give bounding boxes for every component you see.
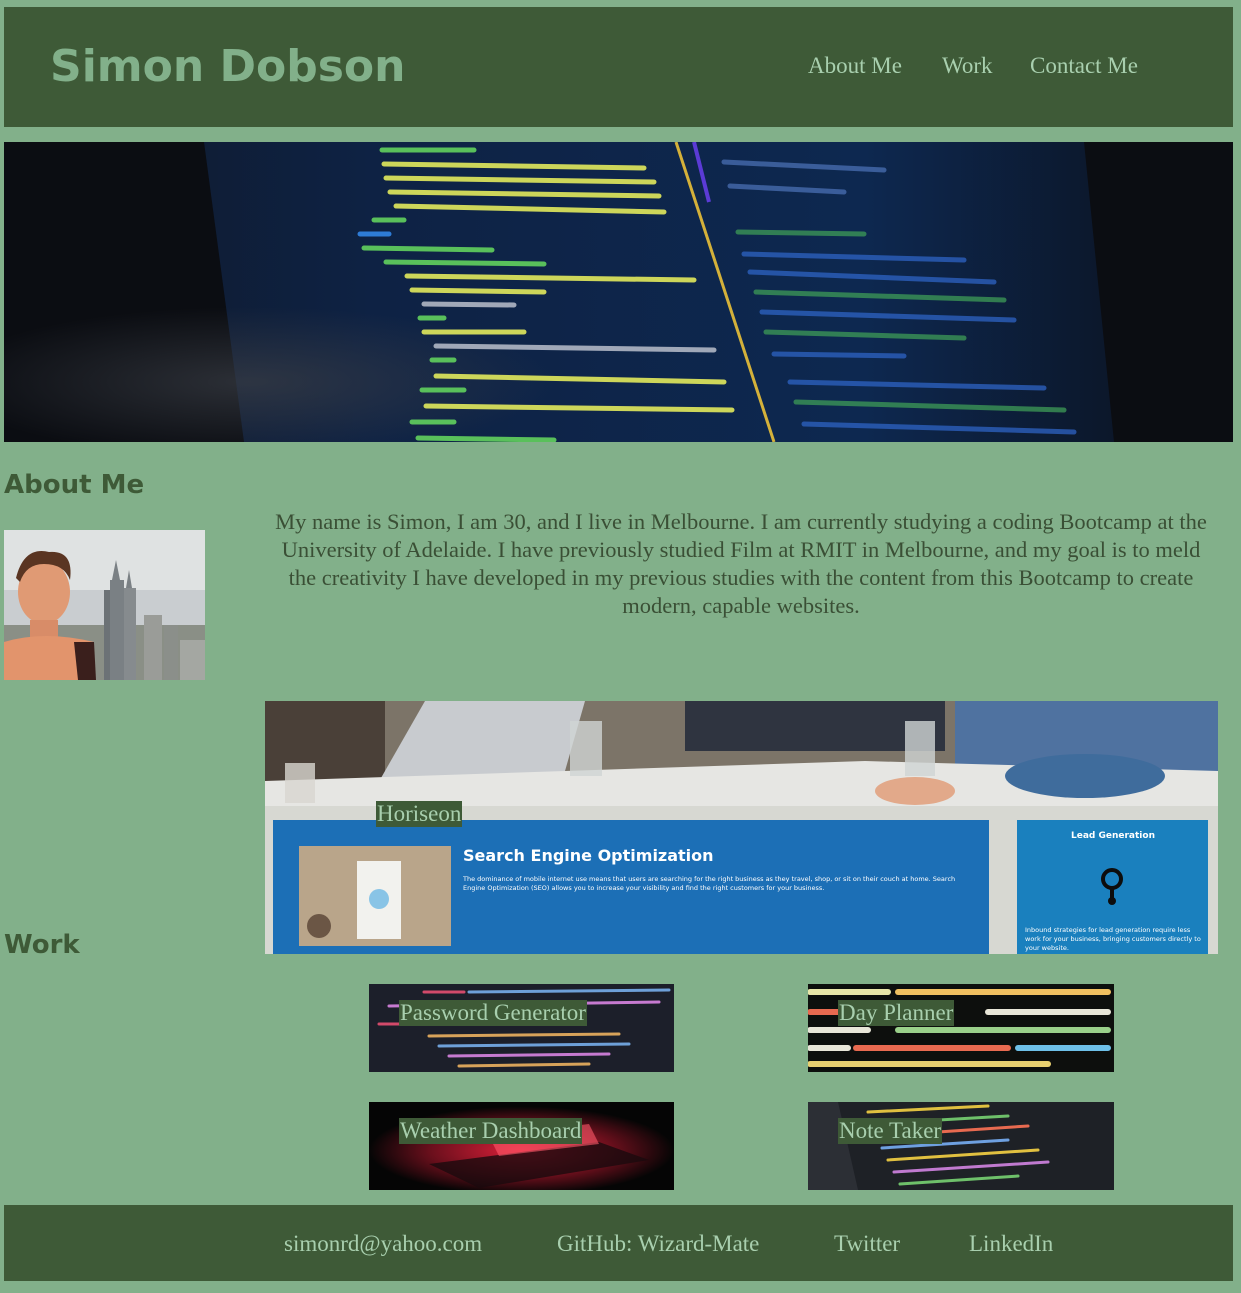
footer-github-link[interactable]: GitHub: Wizard-Mate bbox=[557, 1231, 759, 1257]
main-nav: About Me Work Contact Me bbox=[4, 53, 1233, 83]
horiseon-screenshot: Search Engine Optimization The dominance… bbox=[265, 701, 1218, 954]
password-generator-label[interactable]: Password Generator bbox=[399, 1000, 587, 1026]
day-planner-image bbox=[808, 989, 1111, 1067]
note-taker-image bbox=[808, 1102, 1050, 1190]
lead-generation-text: Inbound strategies for lead generation r… bbox=[1025, 926, 1201, 952]
hero-image bbox=[4, 142, 1233, 442]
featured-project-card[interactable]: Search Engine Optimization The dominance… bbox=[265, 701, 1218, 954]
project-card-weather-dashboard[interactable]: Weather Dashboard bbox=[369, 1102, 674, 1190]
lead-generation-title: Lead Generation bbox=[1071, 831, 1155, 841]
password-generator-image bbox=[377, 988, 671, 1068]
nav-about-me[interactable]: About Me bbox=[808, 53, 902, 79]
profile-photo bbox=[4, 530, 205, 680]
work-heading: Work bbox=[4, 930, 80, 960]
nav-contact-me[interactable]: Contact Me bbox=[1030, 53, 1138, 79]
footer-email-link[interactable]: simonrd@yahoo.com bbox=[284, 1231, 482, 1257]
day-planner-label[interactable]: Day Planner bbox=[838, 1000, 955, 1026]
footer-twitter-link[interactable]: Twitter bbox=[834, 1231, 900, 1257]
seo-text: The dominance of mobile internet use mea… bbox=[463, 875, 956, 892]
site-header: Simon Dobson About Me Work Contact Me bbox=[4, 7, 1233, 127]
project-card-note-taker[interactable]: Note Taker bbox=[808, 1102, 1114, 1190]
weather-dashboard-label[interactable]: Weather Dashboard bbox=[399, 1118, 583, 1144]
project-card-day-planner[interactable]: Day Planner bbox=[808, 984, 1114, 1072]
code-laptop-image bbox=[4, 142, 1233, 442]
about-text: My name is Simon, I am 30, and I live in… bbox=[275, 509, 1207, 618]
seo-title: Search Engine Optimization bbox=[463, 846, 714, 865]
project-card-password-generator[interactable]: Password Generator bbox=[369, 984, 674, 1072]
weather-dashboard-image bbox=[369, 1102, 674, 1190]
footer-linkedin-link[interactable]: LinkedIn bbox=[969, 1231, 1053, 1257]
about-heading: About Me bbox=[4, 470, 145, 500]
note-taker-label[interactable]: Note Taker bbox=[838, 1118, 943, 1144]
horiseon-label[interactable]: Horiseon bbox=[376, 801, 463, 827]
site-footer: simonrd@yahoo.com GitHub: Wizard-Mate Tw… bbox=[4, 1205, 1233, 1281]
nav-work[interactable]: Work bbox=[942, 53, 993, 79]
